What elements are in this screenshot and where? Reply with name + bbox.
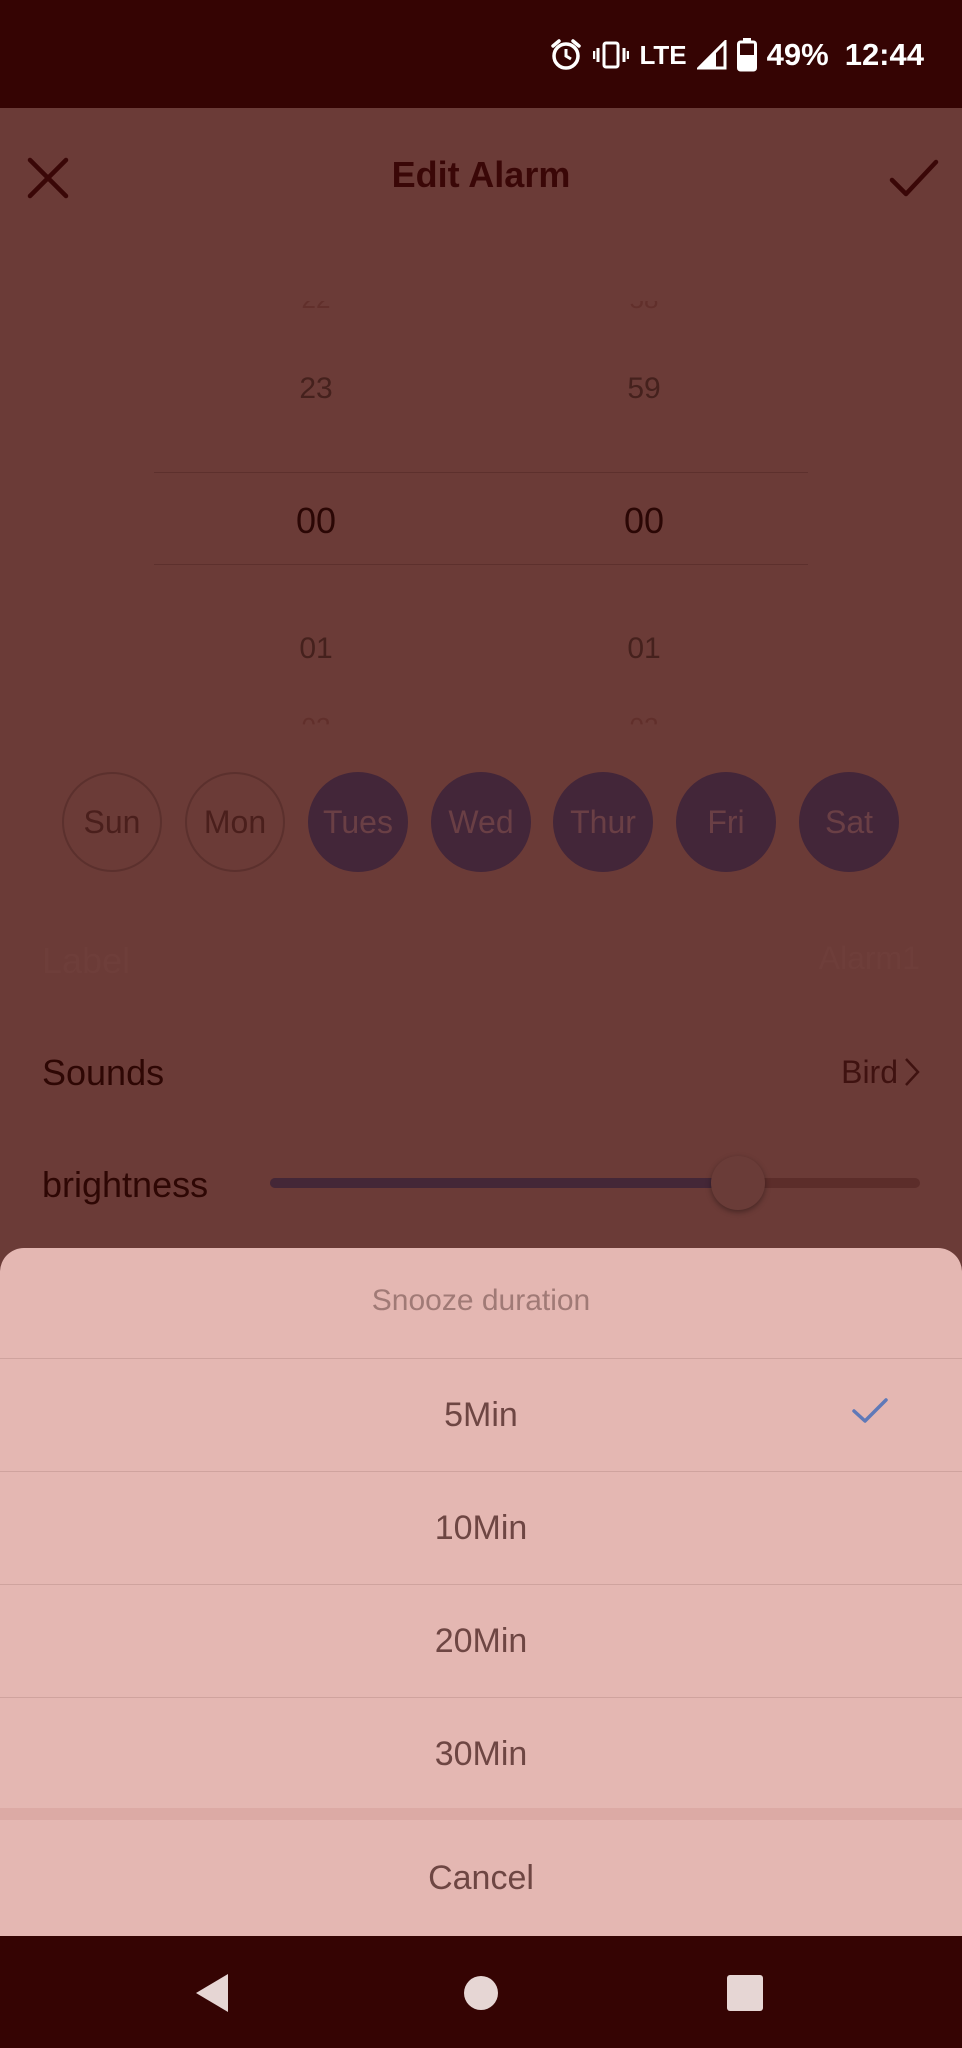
sounds-title: Sounds: [42, 1052, 165, 1093]
navigation-bar: [0, 1936, 962, 2048]
brightness-slider-fill: [270, 1178, 738, 1188]
recents-button[interactable]: [722, 1970, 768, 2016]
option-label: 30Min: [434, 1734, 528, 1773]
sheet-title: Snooze duration: [371, 1284, 591, 1317]
minute-selected: 00: [623, 500, 665, 541]
day-mon[interactable]: Mon: [185, 772, 285, 872]
repeat-days: Sun Mon Tues Wed Thur Fri Sat: [62, 772, 902, 876]
hour-selected: 00: [295, 500, 337, 541]
back-button[interactable]: [190, 1970, 236, 2016]
hour-far-above: 22: [301, 284, 331, 314]
day-tues[interactable]: Tues: [308, 772, 408, 872]
signal-icon: [696, 40, 727, 70]
check-icon: [852, 1398, 888, 1423]
confirm-button[interactable]: [888, 152, 940, 204]
sounds-row[interactable]: Sounds Bird: [42, 1052, 920, 1094]
label-title: Label: [42, 940, 131, 981]
hour-wheel[interactable]: 22 23 00 01 02: [236, 278, 396, 728]
hour-above: 23: [299, 372, 333, 405]
brightness-slider-thumb[interactable]: [711, 1156, 765, 1210]
battery-icon: [736, 38, 757, 72]
day-thur[interactable]: Thur: [553, 772, 653, 872]
minute-far-above: 58: [629, 284, 659, 314]
recents-icon: [727, 1975, 763, 2011]
hour-below: 01: [299, 632, 333, 665]
option-label: 5Min: [444, 1395, 518, 1434]
snooze-option-20min[interactable]: 20Min: [0, 1585, 962, 1697]
home-icon: [464, 1976, 498, 2010]
status-icons: LTE 49% 12:44: [549, 34, 924, 76]
minute-below: 01: [627, 632, 661, 665]
brightness-title: brightness: [42, 1164, 209, 1205]
snooze-option-5min[interactable]: 5Min: [0, 1359, 962, 1471]
battery-level: 49%: [766, 37, 829, 72]
day-wed[interactable]: Wed: [431, 772, 531, 872]
day-sat[interactable]: Sat: [799, 772, 899, 872]
hour-far-below: 02: [301, 712, 331, 742]
label-value: Alarm1: [818, 940, 920, 976]
time-picker: 22 23 00 01 02 58 59 00 01 02: [0, 278, 962, 728]
option-label: 10Min: [434, 1508, 528, 1547]
cancel-button[interactable]: Cancel: [0, 1820, 962, 1936]
option-label: 20Min: [434, 1621, 528, 1660]
minute-wheel[interactable]: 58 59 00 01 02: [564, 278, 724, 728]
status-bar: LTE 49% 12:44: [0, 0, 962, 108]
sounds-value: Bird: [841, 1054, 898, 1090]
vibrate-icon: [593, 40, 630, 70]
minute-far-below: 02: [629, 712, 659, 742]
snooze-duration-sheet: Snooze duration 5Min 10Min 20Min 30Min C…: [0, 1248, 962, 1936]
page-title: Edit Alarm: [391, 154, 571, 195]
network-type: LTE: [639, 39, 687, 70]
minute-above: 59: [627, 372, 661, 405]
check-icon: [889, 159, 939, 197]
back-icon: [196, 1974, 228, 2012]
home-button[interactable]: [458, 1970, 504, 2016]
alarm-icon: [549, 38, 583, 72]
label-row[interactable]: Label Alarm1: [42, 940, 920, 982]
brightness-slider[interactable]: [270, 1156, 920, 1210]
snooze-option-30min[interactable]: 30Min: [0, 1698, 962, 1810]
snooze-option-10min[interactable]: 10Min: [0, 1472, 962, 1584]
chevron-right-icon: [905, 1058, 920, 1086]
day-fri[interactable]: Fri: [676, 772, 776, 872]
clock: 12:44: [844, 37, 924, 72]
toolbar: Edit Alarm: [0, 108, 962, 244]
day-sun[interactable]: Sun: [62, 772, 162, 872]
sheet-separator: [0, 1808, 962, 1820]
